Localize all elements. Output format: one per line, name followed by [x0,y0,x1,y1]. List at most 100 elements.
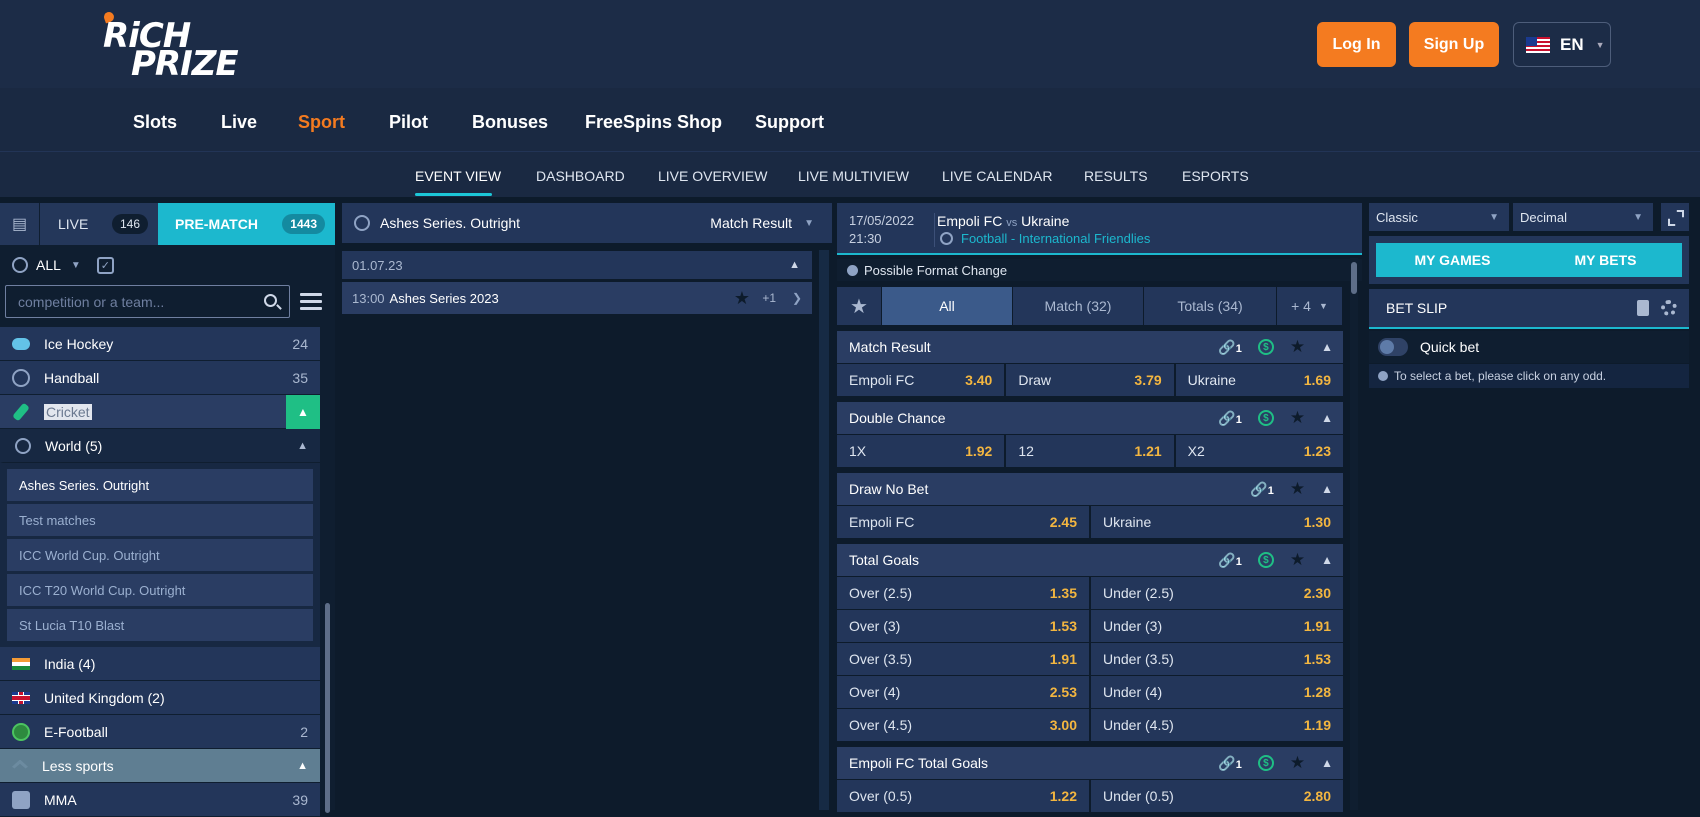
link-icon[interactable]: 🔗1 [1218,410,1242,427]
tab-my-bets[interactable]: MY BETS [1529,243,1682,277]
odd-button[interactable]: Under (4) 1.28 [1091,676,1343,708]
expand-icon[interactable] [1661,203,1689,231]
chevron-up-icon[interactable]: ▲ [1321,756,1333,770]
odd-button[interactable]: Under (3) 1.91 [1091,610,1343,642]
cashout-dollar-icon[interactable]: $ [1257,552,1274,568]
more-markets-count[interactable]: +1 [762,291,776,305]
markets-scrollbar[interactable] [1350,258,1358,810]
chevron-up-icon[interactable]: ▲ [286,395,320,429]
odd-button[interactable]: Over (4.5) 3.00 [837,709,1091,741]
market-header[interactable]: Total Goals 🔗1 $ ★ ▲ [837,544,1343,576]
tab-live-calendar[interactable]: LIVE CALENDAR [942,168,1052,184]
language-selector[interactable]: EN ▼ [1513,22,1611,67]
odd-button[interactable]: 12 1.21 [1006,435,1176,467]
odds-format-select[interactable]: Decimal ▼ [1513,203,1653,231]
chevron-up-icon[interactable]: ▲ [1321,411,1333,425]
list-menu-icon[interactable] [300,293,322,311]
tab-live[interactable]: LIVE 146 [40,203,158,245]
tab-all[interactable]: All [882,287,1013,325]
odd-button[interactable]: Under (4.5) 1.19 [1091,709,1343,741]
tab-favorites-star-icon[interactable]: ★ [837,287,882,325]
view-mode-select[interactable]: Classic ▼ [1369,203,1509,231]
nav-pilot[interactable]: Pilot [389,112,428,133]
match-league[interactable]: Football - International Friendlies [940,231,1150,246]
signup-button[interactable]: Sign Up [1409,22,1499,67]
favorite-star-icon[interactable]: ★ [1290,753,1305,773]
events-scrollbar[interactable] [819,250,829,810]
odd-button[interactable]: Over (3.5) 1.91 [837,643,1091,675]
market-header[interactable]: Draw No Bet 🔗1 ★ ▲ [837,473,1343,505]
region-item-world[interactable]: World (5) ▲ [0,429,320,463]
cashout-dollar-icon[interactable]: $ [1257,755,1274,771]
event-row[interactable]: 13:00 Ashes Series 2023 ★ +1 ❯ [342,282,812,314]
cashout-dollar-icon[interactable]: $ [1257,339,1274,355]
quick-bet-toggle[interactable] [1378,338,1408,356]
sport-item-mma[interactable]: MMA 39 [0,783,320,817]
less-sports-toggle[interactable]: Less sports ▲ [0,749,320,783]
competition-item[interactable]: St Lucia T10 Blast [7,609,313,641]
link-icon[interactable]: 🔗1 [1218,552,1242,569]
sidebar-scrollbar[interactable] [325,603,330,813]
cashout-dollar-icon[interactable]: $ [1257,410,1274,426]
richprize-logo[interactable]: RiCH PRIZE [102,10,239,84]
link-icon[interactable]: 🔗1 [1250,481,1274,498]
competition-item[interactable]: Test matches [7,504,313,536]
sport-item-handball[interactable]: Handball 35 [0,361,320,395]
region-item-india[interactable]: India (4) [0,647,320,681]
competition-item[interactable]: Ashes Series. Outright [7,469,313,501]
gear-icon[interactable] [1661,300,1677,316]
odd-button[interactable]: 1X 1.92 [837,435,1007,467]
odd-button[interactable]: Empoli FC 3.40 [837,364,1007,396]
tab-totals[interactable]: Totals (34) [1144,287,1277,325]
tab-my-games[interactable]: MY GAMES [1376,243,1529,277]
calculator-icon[interactable] [1637,300,1649,316]
checklist-icon[interactable]: ✓ [96,256,114,274]
tab-dashboard[interactable]: DASHBOARD [536,168,625,184]
login-button[interactable]: Log In [1317,22,1396,67]
tab-more[interactable]: + 4 ▼ [1277,287,1343,325]
competition-item[interactable]: ICC World Cup. Outright [7,539,313,571]
search-input[interactable] [6,286,246,317]
nav-bonuses[interactable]: Bonuses [472,112,548,133]
favorite-star-icon[interactable]: ★ [1290,479,1305,499]
odd-button[interactable]: Under (3.5) 1.53 [1091,643,1343,675]
market-header[interactable]: Double Chance 🔗1 $ ★ ▲ [837,402,1343,434]
tab-live-multiview[interactable]: LIVE MULTIVIEW [798,168,909,184]
chevron-up-icon[interactable]: ▲ [1321,340,1333,354]
date-group-header[interactable]: 01.07.23 ▲ [342,251,812,279]
market-header[interactable]: Match Result 🔗1 $ ★ ▲ [837,331,1343,363]
tab-live-overview[interactable]: LIVE OVERVIEW [658,168,767,184]
odd-button[interactable]: Empoli FC 2.45 [837,506,1091,538]
nav-support[interactable]: Support [755,112,824,133]
tab-event-view[interactable]: EVENT VIEW [415,168,501,184]
time-filter[interactable]: ALL ▼ ✓ [0,245,335,285]
favorite-star-icon[interactable]: ★ [1290,550,1305,570]
odd-button[interactable]: Over (3) 1.53 [837,610,1091,642]
sidebar-toggle-button[interactable]: ▤ [0,203,40,245]
odd-button[interactable]: Over (4) 2.53 [837,676,1091,708]
chevron-up-icon[interactable]: ▲ [1321,482,1333,496]
odd-button[interactable]: Over (2.5) 1.35 [837,577,1091,609]
nav-live[interactable]: Live [221,112,257,133]
odd-button[interactable]: X2 1.23 [1175,435,1343,467]
link-icon[interactable]: 🔗1 [1218,755,1242,772]
favorite-star-icon[interactable]: ★ [1290,408,1305,428]
chevron-up-icon[interactable]: ▲ [1321,553,1333,567]
sport-item-e-football[interactable]: E-Football 2 [0,715,320,749]
favorite-star-icon[interactable]: ★ [1290,337,1305,357]
search-icon[interactable] [264,294,277,307]
odd-button[interactable]: Ukraine 1.30 [1091,506,1343,538]
tab-match[interactable]: Match (32) [1013,287,1144,325]
link-icon[interactable]: 🔗1 [1218,339,1242,356]
odd-button[interactable]: Over (0.5) 1.22 [837,780,1091,812]
odd-button[interactable]: Draw 3.79 [1006,364,1176,396]
odd-button[interactable]: Under (2.5) 2.30 [1091,577,1343,609]
market-select[interactable]: Match Result [710,215,792,231]
tab-prematch[interactable]: PRE-MATCH 1443 [158,203,335,245]
tab-results[interactable]: RESULTS [1084,168,1148,184]
nav-sport[interactable]: Sport [298,112,345,133]
favorite-star-icon[interactable]: ★ [734,288,750,309]
sport-item-ice-hockey[interactable]: Ice Hockey 24 [0,327,320,361]
odd-button[interactable]: Ukraine 1.69 [1175,364,1343,396]
tab-esports[interactable]: ESPORTS [1182,168,1249,184]
